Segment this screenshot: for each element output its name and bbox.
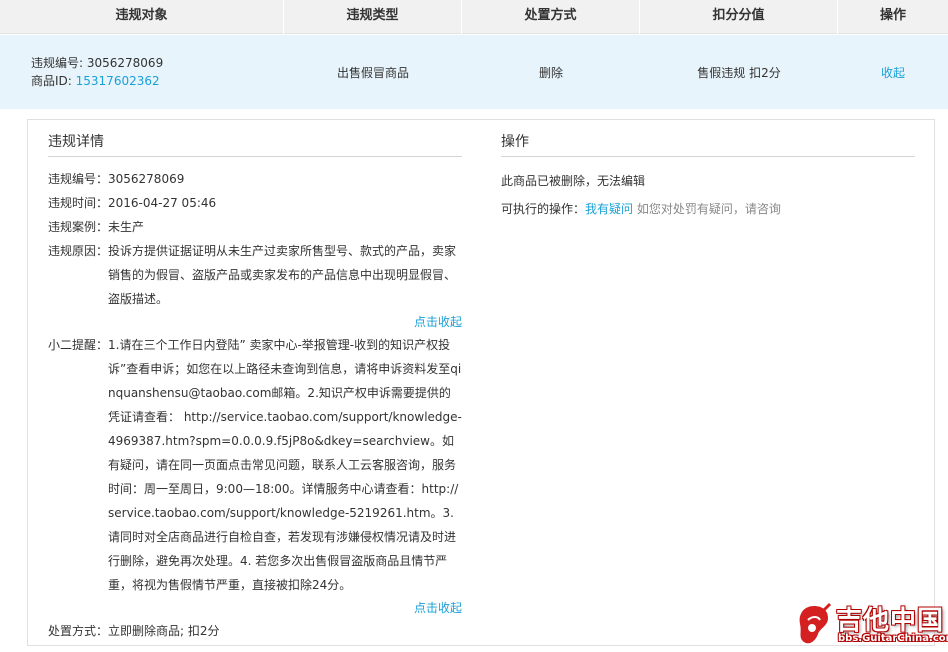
collapse-reason-link[interactable]: 点击收起 [48,311,462,333]
detail-reason-label: 违规原因： [48,244,109,258]
detail-case-value: 未生产 [108,220,145,234]
detail-reason-value: 投诉方提供证据证明从未生产过卖家所售型号、款式的产品，卖家销售的为假冒、盗版产品… [108,244,457,306]
operation-actions: 可执行的操作：我有疑问 如您对处罚有疑问，请咨询 [501,195,915,223]
detail-tip-label: 小二提醒： [48,338,109,352]
detail-tip-row: 小二提醒： 1.请在三个工作日内登陆” 卖家中心-举报管理-收到的知识产权投诉”… [48,333,462,597]
watermark-title: 吉他中国 [836,606,945,636]
site-watermark: 吉他中国 bbs.GuitarChina.com [788,600,948,652]
item-id-link[interactable]: 15317602362 [76,74,160,88]
header-disposal-method: 处置方式 [462,0,640,34]
detail-number-label: 违规编号： [48,172,109,186]
detail-disposal-value: 立即删除商品; 扣2分 [108,624,220,638]
operation-section: 操作 此商品已被删除，无法编辑 可执行的操作：我有疑问 如您对处罚有疑问，请咨询 [501,132,915,223]
detail-disposal-label: 处置方式： [48,624,109,638]
item-id-line: 商品ID: 15317602362 [31,72,284,90]
detail-time-row: 违规时间： 2016-04-27 05:46 [48,191,462,215]
header-points: 扣分分值 [640,0,838,34]
detail-case-label: 违规案例： [48,220,109,234]
detail-panel: 违规详情 违规编号： 3056278069 违规时间： 2016-04-27 0… [27,119,935,646]
detail-disposal-row: 处置方式： 立即删除商品; 扣2分 [48,619,462,643]
points-cell: 售假违规 扣2分 [697,65,781,80]
collapse-row-link[interactable]: 收起 [838,64,948,81]
detail-case-row: 违规案例： 未生产 [48,215,462,239]
detail-time-value: 2016-04-27 05:46 [108,196,217,210]
header-violation-object: 违规对象 [0,0,284,34]
watermark-url: bbs.GuitarChina.com [838,633,948,644]
guitar-logo-icon [799,602,832,644]
ask-question-link[interactable]: 我有疑问 [585,202,633,216]
detail-number-value: 3056278069 [108,172,185,186]
violation-type-cell: 出售假冒商品 [336,65,409,80]
detail-time-label: 违规时间： [48,196,109,210]
disposal-cell: 删除 [538,65,563,80]
collapse-tip-link[interactable]: 点击收起 [48,597,462,619]
operation-title: 操作 [501,132,915,157]
violation-number: 违规编号: 3056278069 [31,56,164,70]
violation-object-cell: 违规编号: 3056278069 商品ID: 15317602362 [0,54,284,90]
operation-status: 此商品已被删除，无法编辑 [501,174,646,188]
detail-number-row: 违规编号： 3056278069 [48,167,462,191]
violation-detail-title: 违规详情 [48,132,462,157]
operation-actions-hint: 如您对处罚有疑问，请咨询 [636,202,781,216]
operation-actions-label: 可执行的操作： [501,202,586,216]
violation-detail-section: 违规详情 违规编号： 3056278069 违规时间： 2016-04-27 0… [48,132,462,643]
table-row: 违规编号: 3056278069 商品ID: 15317602362 出售假冒商… [0,35,948,109]
table-header: 违规对象 违规类型 处置方式 扣分分值 操作 [0,0,948,34]
detail-tip-value: 1.请在三个工作日内登陆” 卖家中心-举报管理-收到的知识产权投诉”查看申诉；如… [108,338,462,592]
detail-reason-row: 违规原因： 投诉方提供证据证明从未生产过卖家所售型号、款式的产品，卖家销售的为假… [48,239,462,311]
header-action: 操作 [879,8,906,23]
item-id-label: 商品ID: [31,74,76,88]
header-violation-type: 违规类型 [284,0,462,34]
